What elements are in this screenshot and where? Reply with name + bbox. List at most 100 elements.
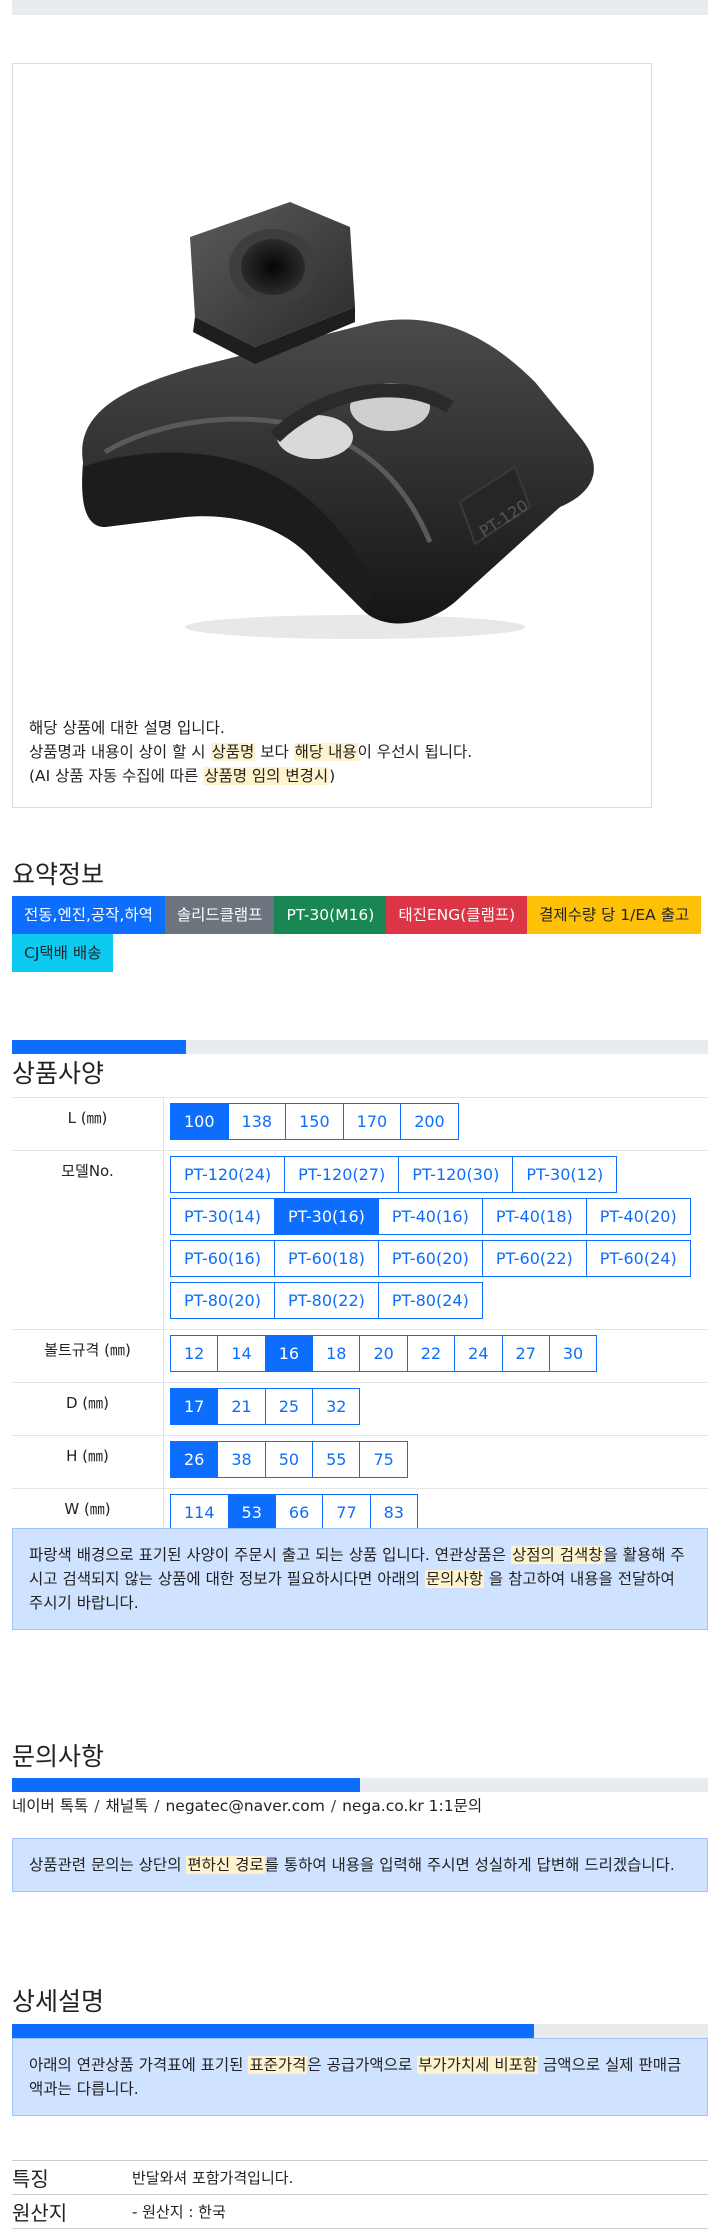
spec-options: 26 38 50 55 75 — [164, 1436, 708, 1488]
contact-link[interactable]: 네이버 톡톡 — [12, 1797, 88, 1815]
spec-table: L (㎜) 100 138 150 170 200 모델No. PT-120(24) PT-12… — [12, 1097, 708, 1542]
spec-options: 100 138 150 170 200 — [164, 1098, 708, 1150]
spec-option-button[interactable]: 170 — [342, 1103, 402, 1140]
info-label: 원산지 — [12, 2201, 68, 2225]
spec-row: 볼트규격 (㎜) 12 14 16 18 20 22 24 27 30 — [12, 1330, 708, 1383]
spec-option-button[interactable]: PT-60(18) — [273, 1240, 379, 1277]
contact-link[interactable]: nega.co.kr 1:1문의 — [342, 1797, 482, 1815]
spec-option-button[interactable]: 18 — [312, 1335, 361, 1372]
spec-option-button[interactable]: 150 — [285, 1103, 344, 1140]
spec-option-button[interactable]: 50 — [264, 1441, 314, 1478]
spec-options: 12 14 16 18 20 22 24 27 30 — [164, 1330, 708, 1382]
spec-label: 볼트규격 (㎜) — [12, 1330, 164, 1382]
spec-option-button[interactable]: 21 — [217, 1388, 266, 1425]
separator: / — [330, 1797, 337, 1815]
spec-option-button[interactable]: 66 — [274, 1494, 324, 1531]
highlight-standard-price: 표준가격 — [248, 2056, 308, 2074]
spec-title: 상품사양 — [12, 1059, 105, 1088]
highlight-content: 해당 내용 — [293, 743, 358, 761]
spec-option-button[interactable]: 26 — [170, 1441, 219, 1478]
spec-option-button[interactable]: PT-40(20) — [585, 1198, 691, 1235]
spec-option-button[interactable]: 75 — [359, 1441, 408, 1478]
spec-option-button[interactable]: 114 — [170, 1494, 229, 1531]
info-row: 특징 반달와셔 포함가격입니다. — [12, 2161, 708, 2195]
spec-option-button[interactable]: 22 — [406, 1335, 456, 1372]
spec-options: PT-120(24) PT-120(27) PT-120(30) PT-30(12) P… — [164, 1151, 708, 1329]
inquiry-notice: 상품관련 문의는 상단의 편하신 경로를 통하여 내용을 입력해 주시면 성실하… — [12, 1838, 708, 1892]
notice-text: 상품관련 문의는 상단의 — [29, 1856, 187, 1874]
spec-option-button[interactable]: 30 — [548, 1335, 598, 1372]
spec-option-button[interactable]: 53 — [227, 1494, 276, 1531]
spec-row: L (㎜) 100 138 150 170 200 — [12, 1098, 708, 1151]
notice-text: 파랑색 배경으로 표기된 사양이 주문시 출고 되는 상품 입니다. 연관상품은 — [29, 1546, 511, 1564]
spec-label: 모델No. — [12, 1151, 164, 1329]
summary-badge: 결제수량 당 1/EA 출고 — [527, 896, 702, 934]
spec-option-button[interactable]: PT-60(20) — [377, 1240, 483, 1277]
spec-option-button[interactable]: PT-120(27) — [284, 1156, 400, 1193]
notice-text: 를 통하여 내용을 입력해 주시면 성실하게 답변해 드리겠습니다. — [264, 1856, 675, 1874]
spec-label: L (㎜) — [12, 1098, 164, 1150]
spec-option-button[interactable]: PT-30(14) — [170, 1198, 275, 1235]
highlight-name-change: 상품명 임의 변경시 — [203, 767, 330, 785]
spec-option-button[interactable]: 77 — [322, 1494, 371, 1531]
summary-title: 요약정보 — [12, 860, 105, 889]
inquiry-progress-bar — [12, 1778, 708, 1792]
desc-text: 이 우선시 됩니다. — [357, 743, 473, 761]
top-progress-track — [12, 0, 708, 15]
detail-progress-bar — [12, 2024, 708, 2038]
spec-option-button[interactable]: 24 — [454, 1335, 503, 1372]
detail-notice: 아래의 연관상품 가격표에 표기된 표준가격은 공급가액으로 부가가치세 비포함… — [12, 2038, 708, 2116]
spec-option-button[interactable]: PT-40(18) — [481, 1198, 587, 1235]
spec-option-button[interactable]: PT-80(22) — [273, 1282, 379, 1319]
spec-label: D (㎜) — [12, 1383, 164, 1435]
contact-link[interactable]: negatec@naver.com — [165, 1797, 324, 1815]
info-value: 반달와셔 포함가격입니다. — [132, 2169, 294, 2187]
spec-option-button[interactable]: 38 — [217, 1441, 266, 1478]
info-row: 원산지 - 원산지 : 한국 — [12, 2195, 708, 2229]
desc-text: 보다 — [255, 743, 294, 761]
spec-option-button[interactable]: PT-120(30) — [398, 1156, 514, 1193]
spec-option-button[interactable]: PT-40(16) — [377, 1198, 483, 1235]
spec-option-button[interactable]: PT-120(24) — [170, 1156, 286, 1193]
spec-option-button[interactable]: PT-80(20) — [170, 1282, 275, 1319]
product-image: PT-120 — [82, 202, 594, 639]
spec-row: H (㎜) 26 38 50 55 75 — [12, 1436, 708, 1489]
spec-row: 모델No. PT-120(24) PT-120(27) PT-120(30) PT-30… — [12, 1151, 708, 1330]
spec-progress-fill — [12, 1040, 186, 1054]
spec-option-button[interactable]: 27 — [501, 1335, 550, 1372]
summary-badge: 태진ENG(클램프) — [386, 896, 528, 934]
spec-notice: 파랑색 배경으로 표기된 사양이 주문시 출고 되는 상품 입니다. 연관상품은… — [12, 1528, 708, 1630]
spec-option-button[interactable]: 83 — [369, 1494, 418, 1531]
separator: / — [94, 1797, 100, 1815]
summary-badge: 솔리드클램프 — [164, 896, 275, 934]
spec-option-button[interactable]: PT-30(16) — [273, 1198, 379, 1235]
summary-badge: CJ택배 배송 — [12, 934, 114, 972]
spec-option-button[interactable]: 20 — [359, 1335, 408, 1372]
spec-option-button[interactable]: 25 — [264, 1388, 314, 1425]
spec-option-button[interactable]: PT-60(16) — [170, 1240, 275, 1277]
product-page: PT-120 해당 상품에 대한 설명 입니다. 상품명과 내용이 상이 할 시… — [0, 0, 720, 2231]
spec-option-button[interactable]: 55 — [312, 1441, 361, 1478]
detail-title: 상세설명 — [12, 1987, 105, 2016]
spec-option-button[interactable]: 12 — [170, 1335, 219, 1372]
spec-option-button[interactable]: PT-60(24) — [585, 1240, 691, 1277]
desc-text: (AI 상품 자동 수집에 따른 — [29, 767, 204, 785]
highlight-route: 편하신 경로 — [186, 1856, 265, 1874]
spec-option-button[interactable]: 32 — [312, 1388, 361, 1425]
spec-option-button[interactable]: 100 — [170, 1103, 229, 1140]
info-value: - 원산지 : 한국 — [132, 2203, 226, 2221]
spec-option-button[interactable]: PT-80(24) — [377, 1282, 483, 1319]
image-description: 해당 상품에 대한 설명 입니다. 상품명과 내용이 상이 할 시 상품명 보다… — [29, 716, 472, 788]
info-label: 특징 — [12, 2167, 49, 2191]
spec-option-button[interactable]: 16 — [264, 1335, 314, 1372]
spec-row: D (㎜) 17 21 25 32 — [12, 1383, 708, 1436]
spec-option-button[interactable]: 138 — [227, 1103, 287, 1140]
contact-link[interactable]: 채널톡 — [105, 1797, 148, 1815]
product-image-card: PT-120 해당 상품에 대한 설명 입니다. 상품명과 내용이 상이 할 시… — [12, 63, 652, 808]
spec-option-button[interactable]: 200 — [400, 1103, 459, 1140]
spec-option-button[interactable]: PT-30(12) — [512, 1156, 618, 1193]
spec-option-button[interactable]: 14 — [217, 1335, 266, 1372]
spec-option-button[interactable]: 17 — [170, 1388, 219, 1425]
inquiry-progress-fill — [12, 1778, 360, 1792]
spec-option-button[interactable]: PT-60(22) — [481, 1240, 587, 1277]
